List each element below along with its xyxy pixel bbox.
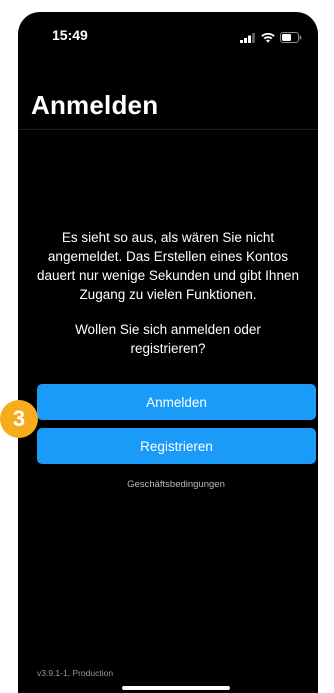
battery-icon: [280, 30, 302, 48]
status-bar: 15:49: [18, 12, 318, 60]
phone-screen: 15:49 Anmelden Es sieht so aus, als wäre…: [18, 12, 318, 693]
home-indicator[interactable]: [122, 686, 230, 690]
status-time: 15:49: [52, 27, 88, 43]
title-divider: [18, 129, 318, 130]
version-label: v3.9.1-1, Production: [37, 668, 114, 678]
page-title: Anmelden: [31, 90, 159, 120]
register-button[interactable]: Registrieren: [37, 428, 316, 464]
wifi-icon: [261, 30, 275, 48]
step-number-badge: 3: [0, 400, 38, 438]
info-message: Es sieht so aus, als wären Sie nicht ang…: [37, 230, 299, 302]
cellular-signal-icon: [240, 30, 256, 48]
login-button[interactable]: Anmelden: [37, 384, 316, 420]
terms-link[interactable]: Geschäftsbedingungen: [18, 479, 318, 490]
question-message: Wollen Sie sich anmelden oder registrier…: [75, 322, 261, 356]
status-icons: [240, 30, 302, 48]
